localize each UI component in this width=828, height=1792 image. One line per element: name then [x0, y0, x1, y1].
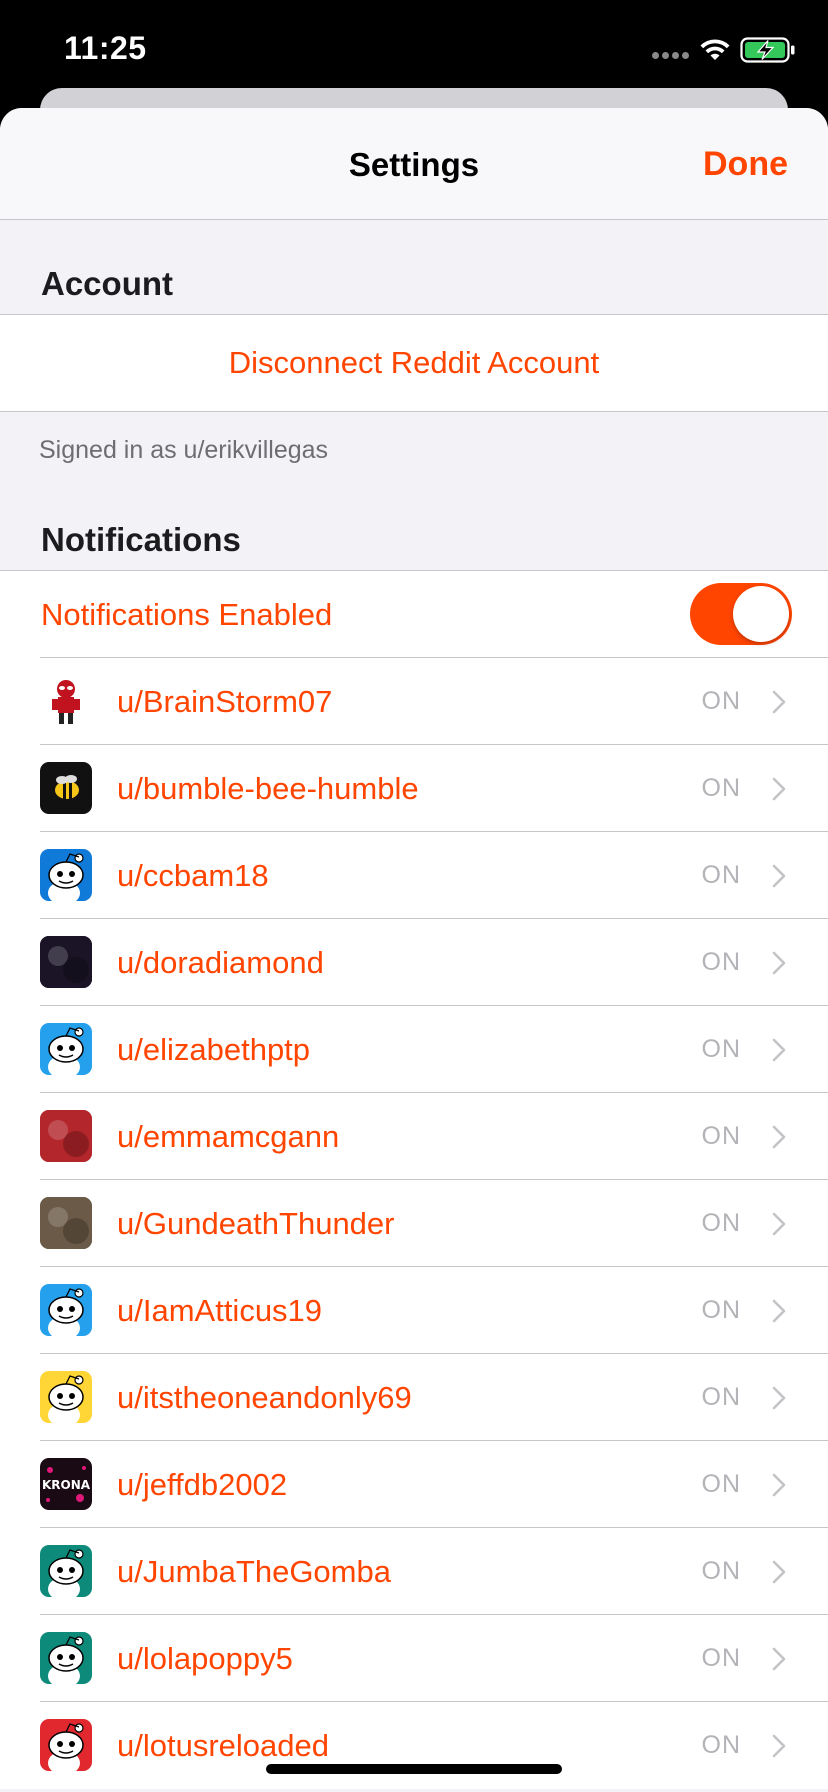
notification-status-label: ON	[701, 774, 741, 802]
notifications-enabled-label: Notifications Enabled	[41, 596, 333, 632]
snoo-avatar-icon	[40, 1371, 92, 1423]
username-label: u/JumbaTheGomba	[117, 1553, 391, 1589]
snoo-avatar-icon	[40, 1545, 92, 1597]
username-label: u/ccbam18	[117, 857, 269, 893]
notification-status-label: ON	[701, 1644, 741, 1672]
chevron-right-icon	[772, 1038, 786, 1062]
svg-text:KRONA: KRONA	[42, 1478, 91, 1492]
chevron-right-icon	[772, 951, 786, 975]
notification-status-label: ON	[701, 687, 741, 715]
chevron-right-icon	[772, 1212, 786, 1236]
username-label: u/itstheoneandonly69	[117, 1379, 412, 1415]
done-button[interactable]: Done	[703, 145, 788, 184]
avatar: KRONA	[40, 1458, 92, 1510]
notification-status-label: ON	[701, 1383, 741, 1411]
settings-sheet: Settings Done Account Disconnect Reddit …	[0, 108, 828, 1792]
user-list: u/BrainStorm07 ON u/bumble-bee-humble ON u/c…	[0, 658, 828, 1789]
username-label: u/emmamcgann	[117, 1118, 340, 1154]
avatar	[40, 1197, 92, 1249]
username-label: u/lotusreloaded	[117, 1727, 329, 1763]
chevron-right-icon	[772, 864, 786, 888]
account-group: Disconnect Reddit Account	[0, 314, 828, 412]
snoo-avatar-icon	[40, 1719, 92, 1771]
chevron-right-icon	[772, 1734, 786, 1758]
user-notification-row[interactable]: u/lotusreloaded ON	[0, 1702, 828, 1789]
avatar	[40, 675, 92, 727]
notification-status-label: ON	[701, 1557, 741, 1585]
chevron-right-icon	[772, 1560, 786, 1584]
chevron-right-icon	[772, 690, 786, 714]
notification-status-label: ON	[701, 1122, 741, 1150]
notifications-section-header: Notifications	[41, 521, 241, 558]
notification-status-label: ON	[701, 1035, 741, 1063]
notification-status-label: ON	[701, 948, 741, 976]
notification-status-label: ON	[701, 1209, 741, 1237]
user-notification-row[interactable]: u/JumbaTheGomba ON	[0, 1528, 828, 1615]
user-notification-row[interactable]: u/bumble-bee-humble ON	[0, 745, 828, 832]
notifications-enabled-row: Notifications Enabled	[0, 571, 828, 658]
notification-status-label: ON	[701, 861, 741, 889]
user-notification-row[interactable]: u/itstheoneandonly69 ON	[0, 1354, 828, 1441]
notification-status-label: ON	[701, 1296, 741, 1324]
avatar	[40, 762, 92, 814]
disconnect-account-button[interactable]: Disconnect Reddit Account	[0, 315, 828, 411]
snoo-avatar-icon	[40, 1284, 92, 1336]
user-notification-row[interactable]: u/BrainStorm07 ON	[0, 658, 828, 745]
chevron-right-icon	[772, 1473, 786, 1497]
username-label: u/BrainStorm07	[117, 683, 333, 719]
signed-in-text: Signed in as u/erikvillegas	[39, 436, 329, 464]
chevron-right-icon	[772, 777, 786, 801]
notification-status-label: ON	[701, 1731, 741, 1759]
user-notification-row[interactable]: u/GundeathThunder ON	[0, 1180, 828, 1267]
snoo-avatar-icon	[40, 1023, 92, 1075]
username-label: u/lolapoppy5	[117, 1640, 293, 1676]
user-notification-row[interactable]: u/lolapoppy5 ON	[0, 1615, 828, 1702]
username-label: u/GundeathThunder	[117, 1205, 395, 1241]
username-label: u/IamAtticus19	[117, 1292, 323, 1328]
avatar	[40, 1110, 92, 1162]
status-time: 11:25	[64, 30, 147, 66]
chevron-right-icon	[772, 1299, 786, 1323]
home-indicator	[266, 1764, 562, 1774]
user-notification-row[interactable]: u/doradiamond ON	[0, 919, 828, 1006]
user-notification-row[interactable]: u/emmamcgann ON	[0, 1093, 828, 1180]
snoo-avatar-icon	[40, 849, 92, 901]
wifi-icon	[700, 39, 730, 60]
user-notification-row[interactable]: u/ccbam18 ON	[0, 832, 828, 919]
user-notification-row[interactable]: KRONA u/jeffdb2002 ON	[0, 1441, 828, 1528]
avatar	[40, 936, 92, 988]
notifications-group: Notifications Enabled u/BrainStorm07 ON u/…	[0, 570, 828, 1789]
chevron-right-icon	[772, 1125, 786, 1149]
username-label: u/doradiamond	[117, 944, 324, 980]
toggle-knob	[733, 586, 789, 642]
chevron-right-icon	[772, 1647, 786, 1671]
username-label: u/jeffdb2002	[117, 1466, 288, 1502]
notification-status-label: ON	[701, 1470, 741, 1498]
signal-dots-icon	[652, 52, 689, 59]
user-notification-row[interactable]: u/elizabethptp ON	[0, 1006, 828, 1093]
battery-charging-icon	[740, 37, 795, 63]
navigation-bar: Settings Done	[0, 108, 828, 220]
account-section-header: Account	[41, 265, 173, 302]
username-label: u/elizabethptp	[117, 1031, 311, 1067]
snoo-avatar-icon	[40, 1632, 92, 1684]
status-bar: 11:25	[0, 0, 828, 100]
username-label: u/bumble-bee-humble	[117, 770, 419, 806]
chevron-right-icon	[772, 1386, 786, 1410]
notifications-toggle[interactable]	[690, 583, 792, 645]
user-notification-row[interactable]: u/IamAtticus19 ON	[0, 1267, 828, 1354]
